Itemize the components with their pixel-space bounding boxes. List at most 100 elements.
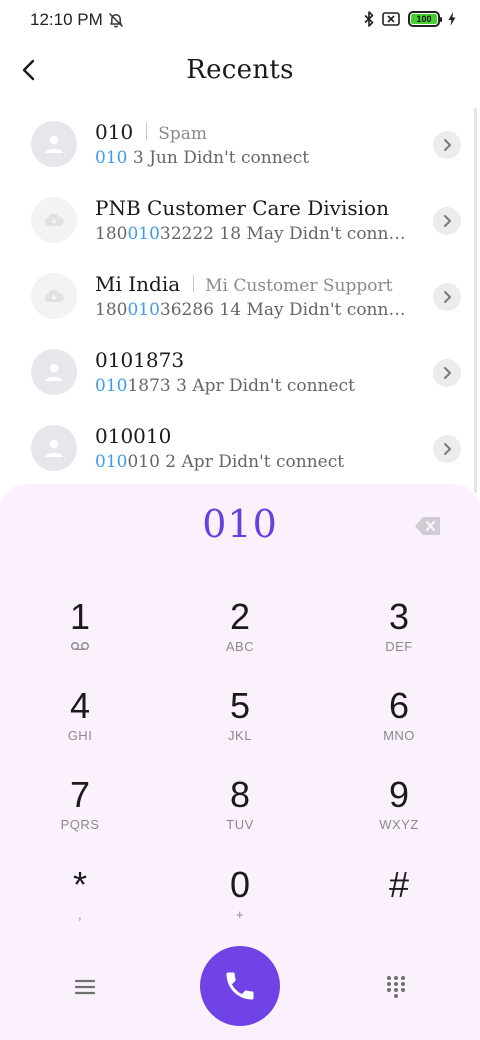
- number-match: 010: [95, 452, 128, 472]
- status-bar: 12:10 PM 100: [0, 0, 480, 42]
- status-time: 12:10 PM: [30, 10, 103, 29]
- key-digit: *: [72, 864, 87, 905]
- dial-key-star[interactable]: * ,: [5, 855, 155, 935]
- dialer-panel: 010 1 2 ABC 3 DEF 4 GHI 5 JKL 6 MNO 7 PQ…: [0, 484, 480, 1040]
- cloud-icon: [44, 289, 64, 303]
- call-button[interactable]: [200, 946, 280, 1026]
- dial-key-6[interactable]: 6 MNO: [324, 676, 474, 756]
- call-detail: 18001036286 14 May Didn't connect: [95, 300, 410, 320]
- person-icon: [45, 363, 63, 381]
- call-detail: 18001032222 18 May Didn't connect: [95, 224, 410, 244]
- call-date-status: 3 Jun Didn't connect: [127, 148, 310, 168]
- call-name-line: 0101873: [95, 348, 184, 372]
- person-icon: [45, 439, 63, 457]
- sim-off-icon: [382, 12, 400, 26]
- voicemail-icon: [71, 642, 89, 651]
- number-suffix: 010: [127, 452, 160, 472]
- dial-key-9[interactable]: 9 WXYZ: [324, 765, 474, 845]
- contact-avatar: [31, 197, 77, 243]
- recent-call-row[interactable]: 010010 010010 2 Apr Didn't connect: [0, 410, 480, 486]
- key-letters: [324, 907, 474, 923]
- key-letters: JKL: [228, 728, 252, 743]
- call-detail: 010 3 Jun Didn't connect: [95, 148, 410, 168]
- phone-icon: [226, 972, 254, 1000]
- details-button[interactable]: [433, 131, 461, 159]
- number-suffix: 36286: [159, 300, 214, 320]
- battery-icon: 100: [408, 11, 442, 27]
- number-match: 010: [127, 300, 160, 320]
- dial-key-0[interactable]: 0 +: [165, 855, 315, 935]
- details-button[interactable]: [433, 207, 461, 235]
- number-match: 010: [95, 148, 128, 168]
- call-date-status: 3 Apr Didn't connect: [170, 376, 355, 396]
- recent-call-row[interactable]: Mi India Mi Customer Support 18001036286 …: [0, 258, 480, 334]
- key-letters: MNO: [383, 728, 415, 743]
- contact-avatar: [31, 273, 77, 319]
- dial-key-7[interactable]: 7 PQRS: [5, 765, 155, 845]
- details-button[interactable]: [433, 359, 461, 387]
- dial-key-8[interactable]: 8 TUV: [165, 765, 315, 845]
- caller-name: PNB Customer Care Division: [95, 196, 389, 220]
- key-letters: PQRS: [60, 817, 100, 832]
- key-letters: WXYZ: [379, 817, 419, 832]
- call-date-status: 14 May Didn't connect: [214, 300, 410, 320]
- status-icons: 100: [364, 11, 456, 27]
- dial-key-hash[interactable]: #: [324, 855, 474, 935]
- keypad-icon: [387, 976, 405, 998]
- charging-icon: [448, 12, 456, 26]
- page-title: Recents: [186, 55, 294, 85]
- key-letters: ,: [77, 907, 83, 922]
- number-match: 010: [95, 376, 128, 396]
- bluetooth-icon: [364, 11, 374, 27]
- scrollbar[interactable]: [474, 108, 477, 493]
- call-name-line: Mi India Mi Customer Support: [95, 272, 392, 296]
- recent-call-row[interactable]: 010 Spam 010 3 Jun Didn't connect: [0, 106, 480, 182]
- key-digit: 2: [229, 596, 251, 637]
- key-digit: 4: [69, 685, 91, 726]
- chevron-right-icon: [443, 443, 451, 455]
- keypad-toggle-button[interactable]: [382, 973, 410, 1001]
- dial-key-3[interactable]: 3 DEF: [324, 587, 474, 667]
- dial-key-2[interactable]: 2 ABC: [165, 587, 315, 667]
- number-prefix: 180: [95, 224, 128, 244]
- details-button[interactable]: [433, 435, 461, 463]
- key-digit: 8: [229, 774, 251, 815]
- call-name-line: PNB Customer Care Division: [95, 196, 389, 220]
- alarm-off-icon: [108, 12, 124, 28]
- tag-separator: [193, 275, 195, 292]
- caller-name: 0101873: [95, 348, 185, 372]
- caller-name: 010010: [95, 424, 172, 448]
- key-digit: 7: [69, 774, 91, 815]
- menu-button[interactable]: [71, 973, 99, 1001]
- call-detail: 0101873 3 Apr Didn't connect: [95, 376, 410, 396]
- recents-list: 010 Spam 010 3 Jun Didn't connect PNB Cus…: [0, 106, 480, 486]
- details-button[interactable]: [433, 283, 461, 311]
- dial-key-4[interactable]: 4 GHI: [5, 676, 155, 756]
- number-suffix: 1873: [127, 376, 171, 396]
- dial-key-1[interactable]: 1: [5, 587, 155, 667]
- backspace-icon[interactable]: [414, 515, 442, 537]
- number-prefix: 180: [95, 300, 128, 320]
- menu-icon: [75, 979, 95, 995]
- chevron-right-icon: [443, 139, 451, 151]
- battery-level: 100: [411, 14, 437, 24]
- caller-tag: Mi Customer Support: [205, 276, 393, 296]
- caller-name: 010: [95, 120, 134, 144]
- key-letters: TUV: [226, 817, 254, 832]
- key-digit: 1: [69, 596, 91, 637]
- key-letters: DEF: [385, 639, 413, 654]
- key-letters: GHI: [67, 728, 93, 743]
- cloud-icon: [44, 213, 64, 227]
- key-digit: 0: [229, 864, 251, 905]
- key-digit: 6: [388, 685, 410, 726]
- dial-key-5[interactable]: 5 JKL: [165, 676, 315, 756]
- recent-call-row[interactable]: 0101873 0101873 3 Apr Didn't connect: [0, 334, 480, 410]
- chevron-right-icon: [443, 367, 451, 379]
- contact-avatar: [31, 349, 77, 395]
- dialed-number[interactable]: 010: [0, 502, 480, 546]
- call-date-status: 2 Apr Didn't connect: [159, 452, 345, 472]
- recent-call-row[interactable]: PNB Customer Care Division 18001032222 1…: [0, 182, 480, 258]
- contact-avatar: [31, 425, 77, 471]
- caller-name: Mi India: [95, 272, 181, 296]
- number-suffix: 32222: [159, 224, 214, 244]
